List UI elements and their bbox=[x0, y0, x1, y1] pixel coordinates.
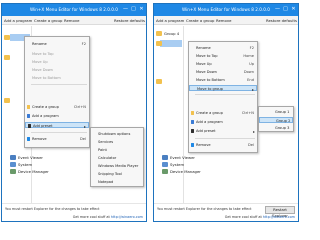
move-to-group-submenu: Group 1 Group 2 Group 3 bbox=[258, 106, 294, 132]
list-item[interactable]: Device Manager bbox=[18, 169, 49, 174]
menu-item-move-up[interactable]: Move Up bbox=[25, 59, 89, 65]
menu-separator bbox=[195, 138, 255, 139]
add-program-button[interactable]: Add a program bbox=[156, 18, 184, 23]
menu-separator bbox=[31, 132, 87, 133]
menu-item-remove[interactable]: Remove Del bbox=[189, 142, 257, 148]
list-item[interactable]: Event Viewer bbox=[170, 155, 195, 160]
menu-item-add-preset[interactable]: Add preset ▸ bbox=[25, 122, 89, 129]
preset-item[interactable]: Services bbox=[91, 139, 143, 145]
editor-window-right: Win+X Menu Editor for Windows 8 2.0.0.0 … bbox=[153, 3, 299, 222]
folder-icon bbox=[4, 98, 10, 103]
group-choice[interactable]: Group 1 bbox=[259, 109, 293, 115]
more-stuff-text: Get more cool stuff at http://winaero.co… bbox=[224, 215, 295, 219]
menu-item-remove[interactable]: Remove Del bbox=[25, 136, 89, 142]
restore-defaults-button[interactable]: Restore defaults bbox=[114, 18, 145, 23]
menu-item-move-to-group[interactable]: Move to group ▸ bbox=[189, 85, 257, 92]
group-choice[interactable]: Group 2 bbox=[259, 117, 293, 123]
chevron-right-icon: ▸ bbox=[251, 86, 254, 92]
winaero-link[interactable]: http://winaero.com bbox=[263, 215, 295, 219]
menu-item-rename[interactable]: Rename F2 bbox=[189, 45, 257, 51]
restart-explorer-button[interactable]: Restart Explorer bbox=[265, 205, 295, 218]
menu-item-move-up[interactable]: Move Up Up bbox=[189, 61, 257, 67]
footer: You must restart Explorer for the change… bbox=[154, 203, 298, 221]
maximize-icon[interactable]: □ bbox=[130, 6, 137, 13]
preset-item[interactable]: Notepad bbox=[91, 179, 143, 185]
context-menu: Rename F2 Move to Top Home Move Up Up Mo… bbox=[188, 41, 258, 153]
footer: You must restart Explorer for the change… bbox=[2, 203, 146, 221]
preset-item[interactable]: Shutdown options bbox=[91, 131, 143, 137]
group-selection bbox=[160, 40, 182, 47]
folder-icon bbox=[26, 105, 30, 109]
folder-icon bbox=[190, 111, 194, 115]
chevron-right-icon: ▸ bbox=[83, 123, 86, 129]
folder-icon bbox=[156, 79, 162, 84]
device-manager-icon bbox=[162, 169, 168, 174]
create-group-button[interactable]: Create a group bbox=[34, 18, 62, 23]
system-icon bbox=[162, 162, 168, 167]
minimize-icon[interactable]: — bbox=[274, 6, 281, 13]
folder-icon bbox=[156, 41, 162, 46]
more-stuff-text: Get more cool stuff at http://winaero.co… bbox=[72, 215, 143, 219]
menu-item-move-to-top[interactable]: Move to Top Home bbox=[189, 53, 257, 59]
menu-separator bbox=[195, 94, 255, 95]
preset-item[interactable]: Calculator bbox=[91, 155, 143, 161]
preset-item[interactable]: Paint bbox=[91, 147, 143, 153]
menu-item-move-down[interactable]: Move Down bbox=[25, 67, 89, 73]
menu-item-create-group[interactable]: Create a group Ctrl+N bbox=[189, 110, 257, 116]
folder-icon bbox=[4, 55, 10, 60]
device-manager-icon bbox=[10, 169, 16, 174]
preset-item[interactable]: Windows Media Player bbox=[91, 163, 143, 169]
preset-icon bbox=[27, 124, 31, 128]
winaero-link[interactable]: http://winaero.com bbox=[111, 215, 143, 219]
list-item[interactable]: Device Manager bbox=[170, 169, 201, 174]
list-item[interactable]: System bbox=[170, 162, 184, 167]
preset-submenu: Shutdown options Services Paint Calculat… bbox=[90, 127, 144, 187]
remove-button[interactable]: Remove bbox=[216, 18, 231, 23]
folder-icon bbox=[4, 35, 10, 40]
menu-item-create-group[interactable]: Create a group Ctrl+N bbox=[25, 104, 89, 110]
group-label[interactable]: Group 4 bbox=[164, 31, 179, 36]
toolbar: Add a program Create a group Remove Rest… bbox=[154, 16, 298, 25]
close-icon[interactable]: ✕ bbox=[290, 6, 297, 13]
add-program-button[interactable]: Add a program bbox=[4, 18, 32, 23]
menu-item-rename[interactable]: Rename F2 bbox=[25, 41, 89, 47]
remove-icon bbox=[26, 137, 30, 141]
list-item[interactable]: System bbox=[18, 162, 32, 167]
title-bar: Win+X Menu Editor for Windows 8 2.0.0.0 … bbox=[154, 4, 298, 16]
group-choice[interactable]: Group 3 bbox=[259, 125, 293, 131]
menu-item-add-program[interactable]: Add a program bbox=[25, 113, 89, 119]
chevron-right-icon: ▸ bbox=[252, 128, 255, 134]
remove-icon bbox=[190, 143, 194, 147]
close-icon[interactable]: ✕ bbox=[138, 6, 145, 13]
add-program-icon bbox=[190, 120, 194, 124]
editor-window-left: Win+X Menu Editor for Windows 8 2.0.0.0 … bbox=[1, 3, 147, 222]
maximize-icon[interactable]: □ bbox=[282, 6, 289, 13]
context-menu: Rename F2 Move to Top Move Up Move Down … bbox=[24, 36, 90, 148]
groups-panel: Group 4 bbox=[154, 26, 184, 203]
menu-item-move-to-bottom[interactable]: Move to Bottom End bbox=[189, 77, 257, 83]
menu-item-move-to-bottom[interactable]: Move to Bottom bbox=[25, 75, 89, 81]
preset-icon bbox=[190, 129, 194, 133]
menu-item-add-program[interactable]: Add a program bbox=[189, 119, 257, 125]
minimize-icon[interactable]: — bbox=[122, 6, 129, 13]
toolbar: Add a program Create a group Remove Rest… bbox=[2, 16, 146, 25]
event-viewer-icon bbox=[162, 155, 168, 160]
list-item[interactable]: Event Viewer bbox=[18, 155, 43, 160]
menu-separator bbox=[31, 84, 87, 85]
menu-item-add-preset[interactable]: Add preset ▸ bbox=[189, 128, 257, 134]
system-icon bbox=[10, 162, 16, 167]
restart-note: You must restart Explorer for the change… bbox=[157, 207, 252, 211]
restore-defaults-button[interactable]: Restore defaults bbox=[266, 18, 297, 23]
preset-item[interactable]: Snipping Tool bbox=[91, 171, 143, 177]
create-group-button[interactable]: Create a group bbox=[186, 18, 214, 23]
add-program-icon bbox=[26, 114, 30, 118]
restart-note: You must restart Explorer for the change… bbox=[5, 207, 100, 211]
title-bar: Win+X Menu Editor for Windows 8 2.0.0.0 … bbox=[2, 4, 146, 16]
menu-item-move-down[interactable]: Move Down Down bbox=[189, 69, 257, 75]
folder-icon bbox=[156, 31, 162, 36]
menu-item-move-to-top[interactable]: Move to Top bbox=[25, 51, 89, 57]
event-viewer-icon bbox=[10, 155, 16, 160]
remove-button[interactable]: Remove bbox=[64, 18, 79, 23]
